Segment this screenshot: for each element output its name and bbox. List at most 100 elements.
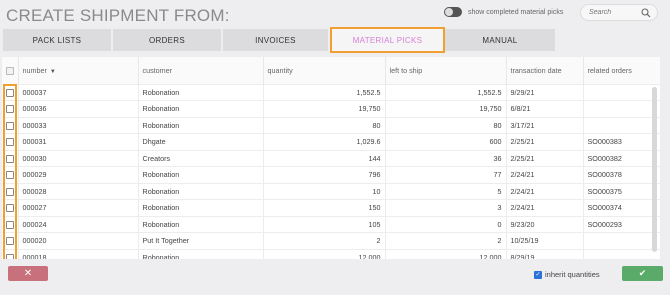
show-completed-toggle-group[interactable]: show completed material picks [444,7,563,17]
row-checkbox[interactable] [5,171,14,180]
inherit-quantities-checkbox[interactable]: ✓ [534,270,542,279]
row-checkbox-cell[interactable] [2,199,19,216]
cell-number: 000037 [18,83,139,101]
cell-customer: Dhgate [138,133,264,150]
row-checkbox-cell[interactable] [2,215,19,233]
table-row[interactable]: 000031 Dhgate 1,029.6 600 2/25/21 SO000383 [2,133,660,150]
cell-left-to-ship: 77 [385,166,507,183]
cell-quantity: 19,750 [263,100,386,117]
row-checkbox[interactable] [5,154,14,163]
cell-number: 000018 [18,248,139,259]
cell-quantity: 144 [263,149,386,167]
close-icon: ✕ [23,268,33,279]
row-checkbox-cell[interactable] [2,83,19,101]
cell-customer: Robonation [138,215,264,233]
table-row[interactable]: 000027 Robonation 150 3 2/24/21 SO000374 [2,199,660,216]
row-checkbox-cell[interactable] [2,149,19,167]
row-checkbox[interactable] [5,220,14,229]
row-checkbox-cell[interactable] [2,166,19,183]
cell-transaction-date: 9/23/20 [506,215,584,233]
cell-related-orders: SO000383 [583,133,660,150]
cell-customer: Robonation [138,248,264,259]
tab-pack-lists[interactable]: PACK LISTS [3,29,113,51]
cell-quantity: 12,000 [263,248,386,259]
cell-quantity: 2 [263,232,386,249]
table-row[interactable]: 000028 Robonation 10 5 2/24/21 SO000375 [2,182,660,200]
page-title: CREATE SHIPMENT FROM: [6,6,230,25]
row-checkbox[interactable] [5,88,14,97]
cell-left-to-ship: 36 [385,149,507,167]
row-checkbox-cell[interactable] [2,133,19,150]
table-row[interactable]: 000024 Robonation 105 0 9/23/20 SO000293 [2,215,660,233]
cell-customer: Robonation [138,182,264,200]
cancel-button[interactable]: ✕ [8,266,48,281]
cell-customer: Robonation [138,116,264,134]
cell-number: 000027 [18,199,139,216]
row-checkbox[interactable] [5,121,14,130]
row-checkbox[interactable] [5,254,14,259]
cell-related-orders [583,100,660,117]
cell-transaction-date: 6/8/21 [506,100,584,117]
column-header-customer[interactable]: customer [138,57,264,84]
row-checkbox[interactable] [5,187,14,196]
cell-transaction-date: 10/25/19 [506,232,584,249]
confirm-button[interactable]: ✔ [622,266,663,281]
table-row[interactable]: 000036 Robonation 19,750 19,750 6/8/21 [2,100,660,117]
select-all-checkbox[interactable] [5,66,14,75]
cell-related-orders: SO000378 [583,166,660,183]
row-checkbox[interactable] [5,138,14,147]
table-row[interactable]: 000030 Creators 144 36 2/25/21 SO000382 [2,149,660,167]
row-checkbox-cell[interactable] [2,182,19,200]
row-checkbox-cell[interactable] [2,100,19,117]
column-header-number[interactable]: number ▼ [18,57,139,84]
cell-quantity: 150 [263,199,386,216]
cell-left-to-ship: 0 [385,215,507,233]
column-header-transaction-date[interactable]: transaction date [506,57,584,84]
table-row[interactable]: 000029 Robonation 796 77 2/24/21 SO000378 [2,166,660,183]
cell-left-to-ship: 1,552.5 [385,83,507,101]
cell-related-orders: SO000374 [583,199,660,216]
cell-transaction-date: 2/24/21 [506,199,584,216]
row-checkbox-cell[interactable] [2,232,19,249]
table-row[interactable]: 000018 Robonation 12,000 12,000 8/29/19 [2,248,660,259]
row-checkbox-cell[interactable] [2,248,19,259]
check-icon: ✔ [638,268,647,278]
search-box[interactable] [580,4,658,21]
tab-manual[interactable]: MANUAL [445,29,557,51]
table-scrollbar[interactable] [652,87,657,252]
cell-left-to-ship: 80 [385,116,507,134]
select-all-cell[interactable] [2,57,19,84]
cell-left-to-ship: 12,000 [385,248,507,259]
row-checkbox[interactable] [5,237,14,246]
cell-quantity: 1,029.6 [263,133,386,150]
show-completed-toggle[interactable] [444,7,462,17]
sort-desc-icon[interactable]: ▼ [50,69,56,75]
row-checkbox[interactable] [5,204,14,213]
tab-orders[interactable]: ORDERS [113,29,223,51]
material-picks-table: number ▼ customer quantity left to ship t… [2,57,660,259]
tab-invoices[interactable]: INVOICES [223,29,330,51]
column-header-left-to-ship[interactable]: left to ship [385,57,507,84]
column-header-related-orders[interactable]: related orders [583,57,660,84]
tab-material-picks[interactable]: MATERIAL PICKS [330,27,445,53]
table-row[interactable]: 000020 Put It Together 2 2 10/25/19 [2,232,660,249]
search-input[interactable] [589,9,643,16]
cell-customer: Robonation [138,166,264,183]
column-label: number [22,65,47,75]
cell-related-orders [583,248,660,259]
cell-quantity: 796 [263,166,386,183]
cell-transaction-date: 3/17/21 [506,116,584,134]
row-checkbox[interactable] [5,105,14,114]
cell-related-orders [583,232,660,249]
search-icon[interactable] [641,8,651,20]
inherit-quantities-option[interactable]: ✓ inherit quantities [534,270,600,279]
cell-number: 000028 [18,182,139,200]
cell-customer: Robonation [138,199,264,216]
table-row[interactable]: 000033 Robonation 80 80 3/17/21 [2,116,660,134]
cell-left-to-ship: 600 [385,133,507,150]
table-row[interactable]: 000037 Robonation 1,552.5 1,552.5 9/29/21 [2,83,660,101]
footer-bar: ✕ ✓ inherit quantities ✔ [0,262,670,295]
cell-quantity: 1,552.5 [263,83,386,101]
column-header-quantity[interactable]: quantity [263,57,386,84]
row-checkbox-cell[interactable] [2,116,19,134]
